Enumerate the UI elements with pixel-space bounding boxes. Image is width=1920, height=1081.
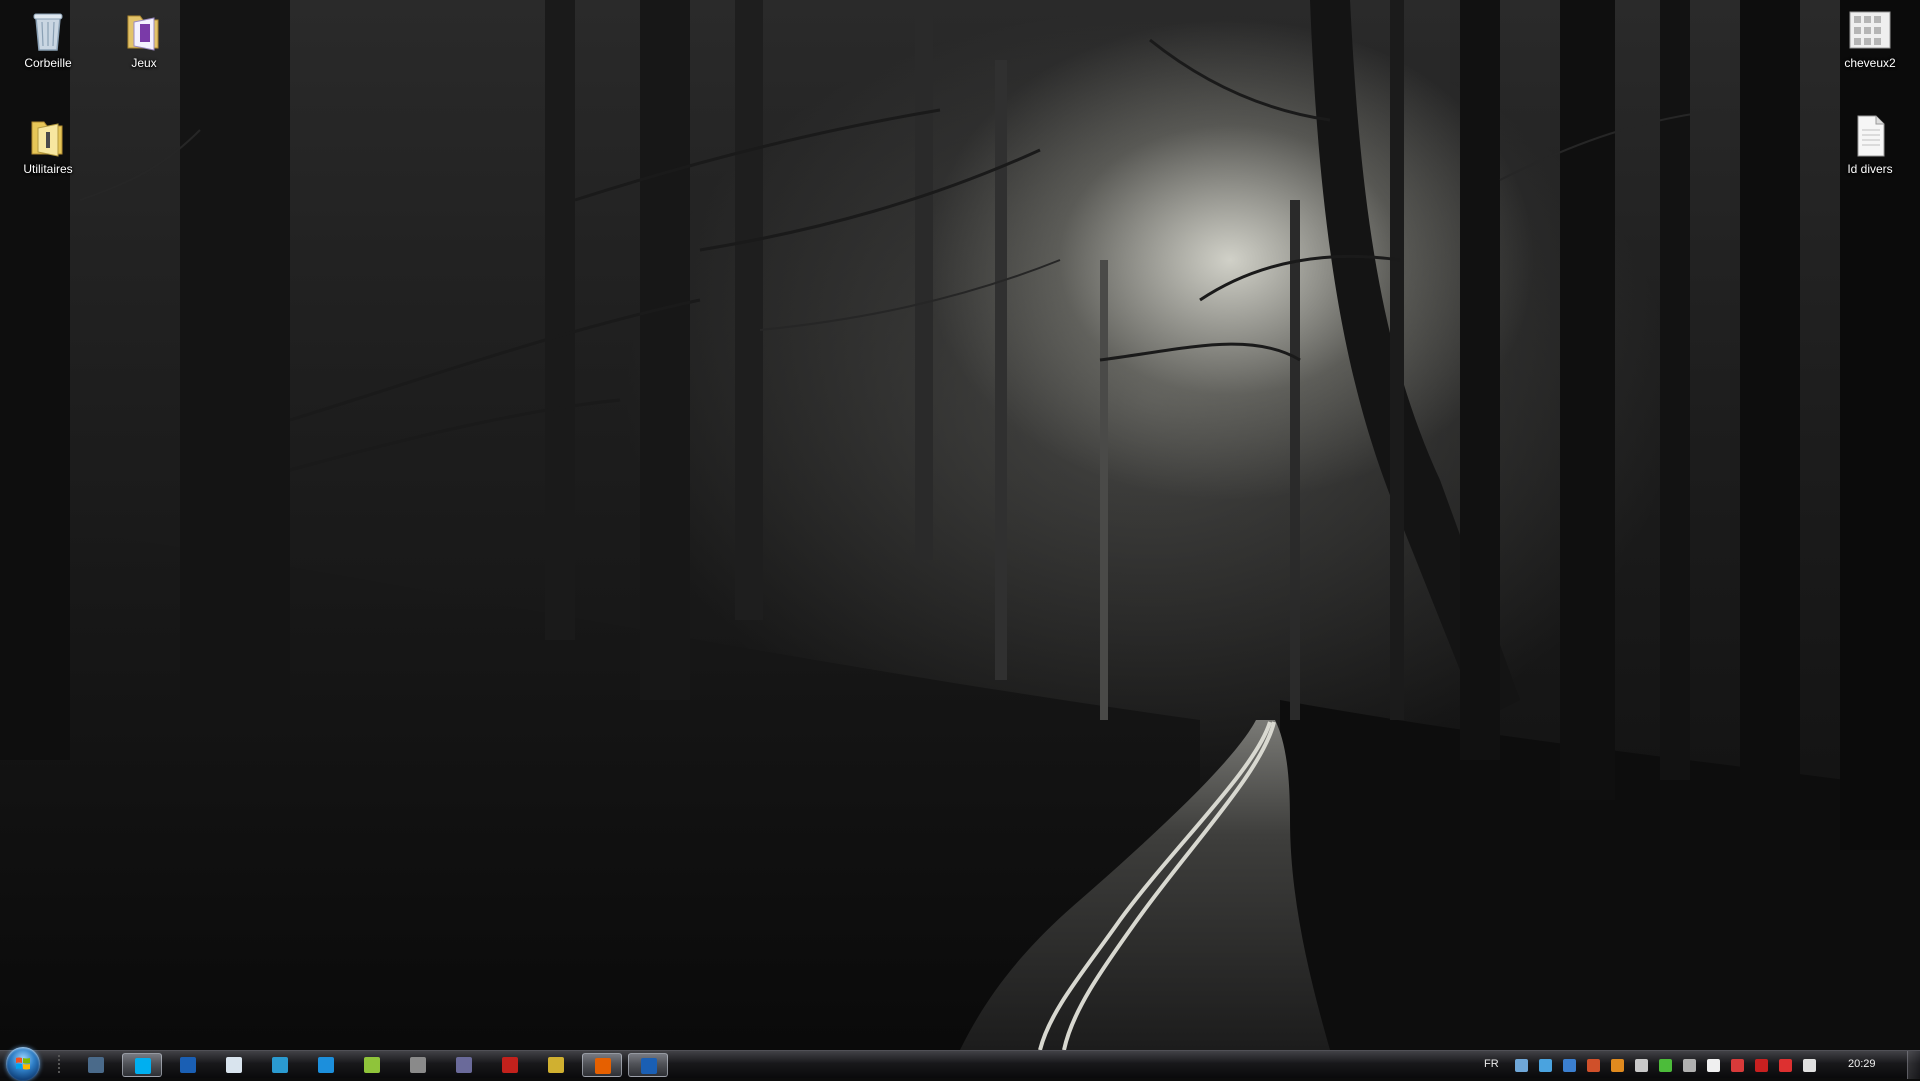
language-indicator[interactable]: FR — [1484, 1058, 1499, 1070]
tray-steam-icon[interactable] — [1635, 1059, 1648, 1072]
forest-road-wallpaper — [0, 0, 1920, 1050]
tray-speaker-red-icon[interactable] — [1587, 1059, 1600, 1072]
windows-logo-icon — [16, 1057, 30, 1070]
tray-gear-icon[interactable] — [1683, 1059, 1696, 1072]
desktop-icon-label: Utilitaires — [23, 162, 73, 176]
media-center-icon — [88, 1057, 104, 1073]
tray-green-icon[interactable] — [1659, 1059, 1672, 1072]
desktop-icon-utilitaires[interactable]: Utilitaires — [8, 112, 88, 176]
desktop-icon-label: Jeux — [131, 56, 157, 70]
clock[interactable]: 20:29 — [1848, 1058, 1876, 1070]
tray-network-icon[interactable] — [1515, 1059, 1528, 1072]
taskbar-button[interactable] — [168, 1053, 208, 1077]
desktop-icon-label: Id divers — [1847, 162, 1893, 176]
desktop-icon-id-divers[interactable]: Id divers — [1830, 112, 1910, 176]
tray-volume-icon[interactable] — [1731, 1059, 1744, 1072]
taskbar-button[interactable] — [536, 1053, 576, 1077]
bluetooth-app-icon — [272, 1057, 288, 1073]
taskbar-button[interactable] — [260, 1053, 300, 1077]
desktop-icon-cheveux2[interactable]: cheveux2 — [1830, 6, 1910, 70]
taskbar-button[interactable] — [582, 1053, 622, 1077]
document-icon — [1846, 112, 1894, 160]
photoshop-icon — [318, 1057, 334, 1073]
app-l-active-icon — [641, 1058, 657, 1074]
desktop-icon-label: Corbeille — [24, 56, 72, 70]
tray-signal-icon[interactable] — [1803, 1059, 1816, 1072]
skype-icon — [135, 1058, 151, 1074]
taskbar-button[interactable] — [352, 1053, 392, 1077]
image-file-icon — [1846, 6, 1894, 54]
taskbar-button[interactable] — [214, 1053, 254, 1077]
recycle-bin-icon — [24, 6, 72, 54]
desktop-icon-jeux[interactable]: Jeux — [104, 6, 184, 70]
folder-icon — [24, 112, 72, 160]
firefox-icon — [595, 1058, 611, 1074]
app-green-drop-icon — [364, 1057, 380, 1073]
app-l-icon — [180, 1057, 196, 1073]
app-tools-icon — [548, 1057, 564, 1073]
tray-red-icon[interactable] — [1755, 1059, 1768, 1072]
folder-icon — [120, 6, 168, 54]
tray-flag-icon[interactable] — [1707, 1059, 1720, 1072]
desktop-icon-label: cheveux2 — [1844, 56, 1896, 70]
calculator-icon — [410, 1057, 426, 1073]
taskbar-button[interactable] — [444, 1053, 484, 1077]
app-red-icon — [502, 1057, 518, 1073]
movie-maker-icon — [456, 1057, 472, 1073]
taskbar-button[interactable] — [306, 1053, 346, 1077]
taskbar-button[interactable] — [122, 1053, 162, 1077]
show-desktop-button[interactable] — [1907, 1051, 1920, 1079]
desktop: Corbeille Jeux Utilitaires cheveux2 Id d… — [0, 0, 1920, 1050]
taskbar: FR 20:29 — [0, 1047, 1920, 1081]
start-button[interactable] — [6, 1047, 40, 1081]
tray-orange-icon[interactable] — [1611, 1059, 1624, 1072]
taskbar-button[interactable] — [490, 1053, 530, 1077]
desktop-icon-recycle-bin[interactable]: Corbeille — [8, 6, 88, 70]
tray-action-center-icon[interactable] — [1779, 1059, 1792, 1072]
window-app-icon — [226, 1057, 242, 1073]
taskbar-button[interactable] — [76, 1053, 116, 1077]
tray-dropbox-icon[interactable] — [1539, 1059, 1552, 1072]
taskbar-grip — [58, 1055, 60, 1075]
tray-bird-icon[interactable] — [1563, 1059, 1576, 1072]
taskbar-button[interactable] — [628, 1053, 668, 1077]
taskbar-button[interactable] — [398, 1053, 438, 1077]
